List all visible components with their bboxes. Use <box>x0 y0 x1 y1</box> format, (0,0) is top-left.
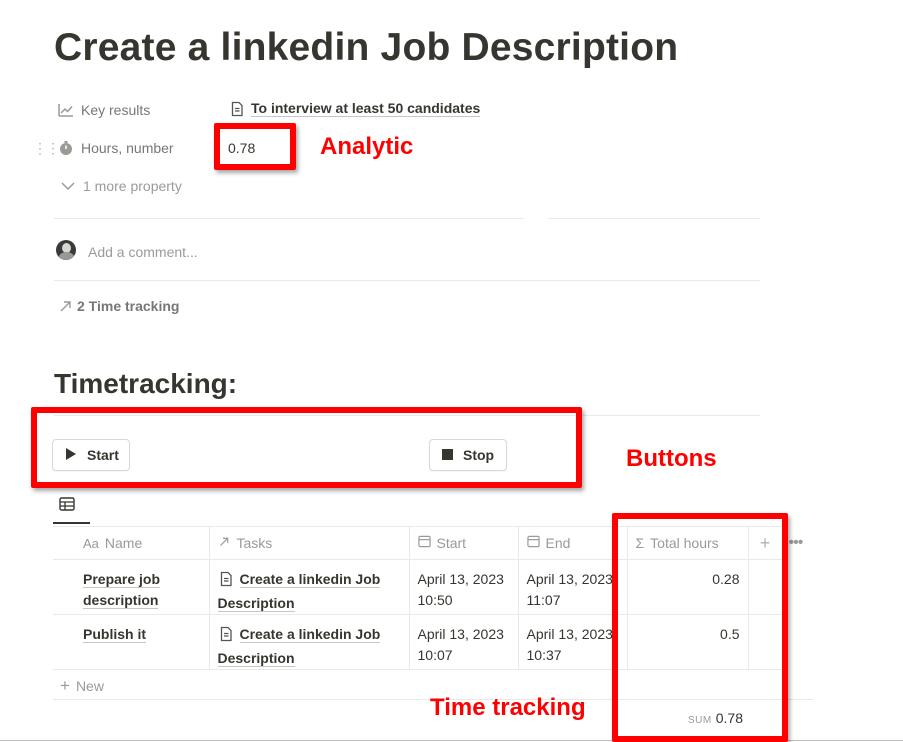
chevron-down-icon <box>60 178 76 194</box>
column-header-tasks[interactable]: Tasks <box>208 526 410 560</box>
arrow-up-right-icon <box>218 535 231 551</box>
calendar-icon <box>417 535 431 551</box>
stopwatch-icon <box>58 140 74 156</box>
row-end-cell[interactable]: April 13, 2023 11:07 <box>517 559 628 615</box>
row-name-cell[interactable]: Publish it <box>53 614 210 670</box>
table-view-tab[interactable] <box>59 497 75 516</box>
time-tracking-relation-link[interactable]: 2 Time tracking <box>58 298 179 314</box>
avatar <box>56 240 76 260</box>
text-type-icon: Aa <box>83 535 99 551</box>
row-name-cell[interactable]: Prepare job description <box>53 559 210 615</box>
arrow-up-right-icon <box>58 298 74 314</box>
row-tasks-cell[interactable]: Create a linkedin Job Description <box>208 614 410 670</box>
relation-label: 2 Time tracking <box>77 298 180 314</box>
annotation-time-tracking: Time tracking <box>430 694 586 721</box>
divider <box>54 218 524 219</box>
document-icon <box>218 571 234 593</box>
plus-icon: + <box>60 676 70 695</box>
row-tasks-cell[interactable]: Create a linkedin Job Description <box>208 559 410 615</box>
document-icon <box>229 101 245 117</box>
annotation-box-analytic <box>214 123 296 170</box>
comment-input[interactable]: Add a comment... <box>88 244 198 260</box>
annotation-box-buttons <box>31 407 582 488</box>
table-icon <box>59 497 75 515</box>
property-hours[interactable]: Hours, number <box>58 140 174 156</box>
new-row-button[interactable]: + New <box>60 676 104 696</box>
property-label: Hours, number <box>81 140 174 156</box>
page-title: Create a linkedin Job Description <box>54 26 679 69</box>
drag-handle-icon[interactable]: ⋮⋮ <box>33 140 60 157</box>
trending-up-icon <box>58 102 74 118</box>
key-results-value[interactable]: To interview at least 50 candidates <box>229 100 481 117</box>
annotation-buttons: Buttons <box>626 445 717 472</box>
column-header-name[interactable]: Aa Name <box>53 526 210 560</box>
row-start-cell[interactable]: April 13, 2023 10:50 <box>408 559 519 615</box>
property-key-results[interactable]: Key results <box>58 102 150 118</box>
section-heading: Timetracking: <box>54 368 238 399</box>
annotation-box-time-tracking <box>612 513 788 742</box>
column-header-start[interactable]: Start <box>408 526 519 560</box>
document-icon <box>218 626 234 648</box>
calendar-icon <box>526 535 540 551</box>
column-header-end[interactable]: End <box>517 526 628 560</box>
divider <box>54 280 760 281</box>
row-start-cell[interactable]: April 13, 2023 10:07 <box>408 614 519 670</box>
more-property-toggle[interactable]: 1 more property <box>60 178 182 194</box>
divider <box>548 218 760 219</box>
row-end-cell[interactable]: April 13, 2023 10:37 <box>517 614 628 670</box>
key-results-link: To interview at least 50 candidates <box>251 100 481 117</box>
annotation-analytic: Analytic <box>320 133 414 160</box>
more-property-label: 1 more property <box>83 178 182 194</box>
active-tab-indicator <box>53 522 90 524</box>
property-label: Key results <box>81 102 151 118</box>
